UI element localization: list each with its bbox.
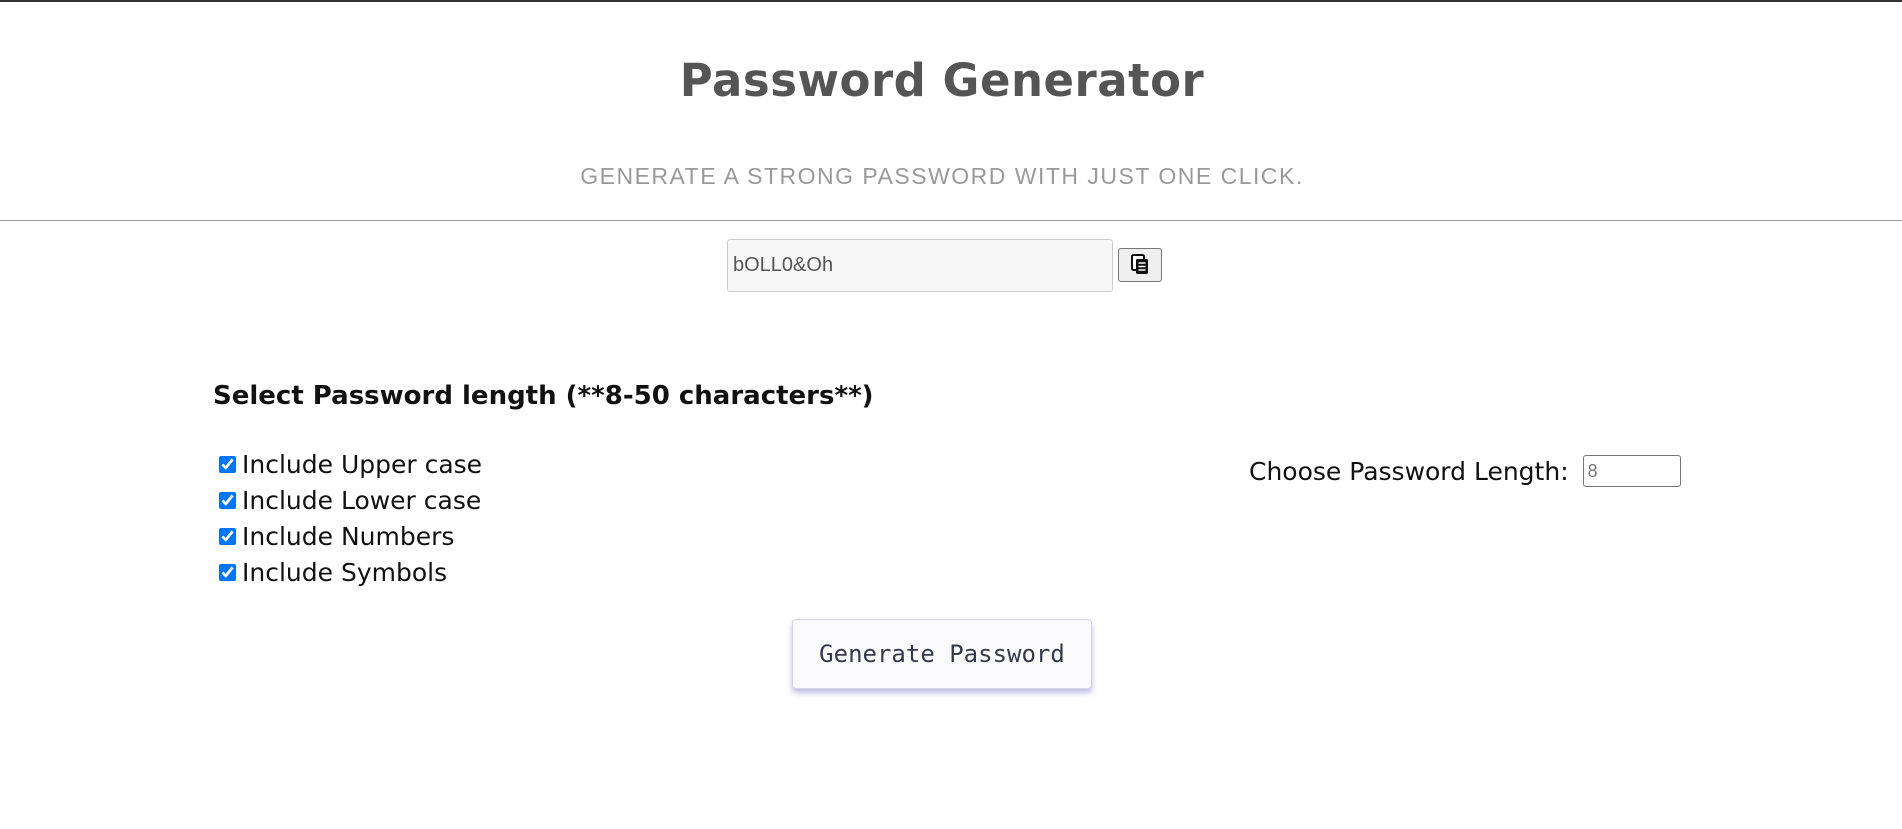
page-subtitle: GENERATE A STRONG PASSWORD WITH JUST ONE…	[580, 163, 1304, 189]
lowercase-checkbox[interactable]	[219, 491, 236, 509]
option-uppercase: Include Upper case	[217, 446, 482, 482]
top-divider	[0, 0, 1902, 2]
character-options: Include Upper case Include Lower case In…	[217, 446, 482, 590]
numbers-checkbox[interactable]	[219, 527, 236, 545]
uppercase-label[interactable]: Include Upper case	[242, 450, 482, 479]
copy-password-button[interactable]	[1118, 248, 1162, 282]
option-numbers: Include Numbers	[217, 518, 482, 554]
generated-password-field[interactable]	[727, 239, 1113, 292]
length-label: Choose Password Length:	[1249, 456, 1569, 486]
lowercase-label[interactable]: Include Lower case	[242, 486, 481, 515]
page-title: Password Generator	[679, 54, 1205, 107]
copy-icon	[1119, 254, 1161, 276]
generate-password-button[interactable]: Generate Password	[792, 619, 1092, 689]
option-symbols: Include Symbols	[217, 554, 482, 590]
symbols-label[interactable]: Include Symbols	[242, 558, 447, 587]
length-chooser: Choose Password Length:	[1249, 455, 1681, 487]
symbols-checkbox[interactable]	[219, 563, 236, 581]
numbers-label[interactable]: Include Numbers	[242, 522, 454, 551]
password-length-heading: Select Password length (**8-50 character…	[213, 381, 874, 411]
uppercase-checkbox[interactable]	[219, 455, 236, 473]
header-divider	[0, 220, 1902, 221]
password-length-input[interactable]	[1582, 455, 1681, 487]
option-lowercase: Include Lower case	[217, 482, 482, 518]
